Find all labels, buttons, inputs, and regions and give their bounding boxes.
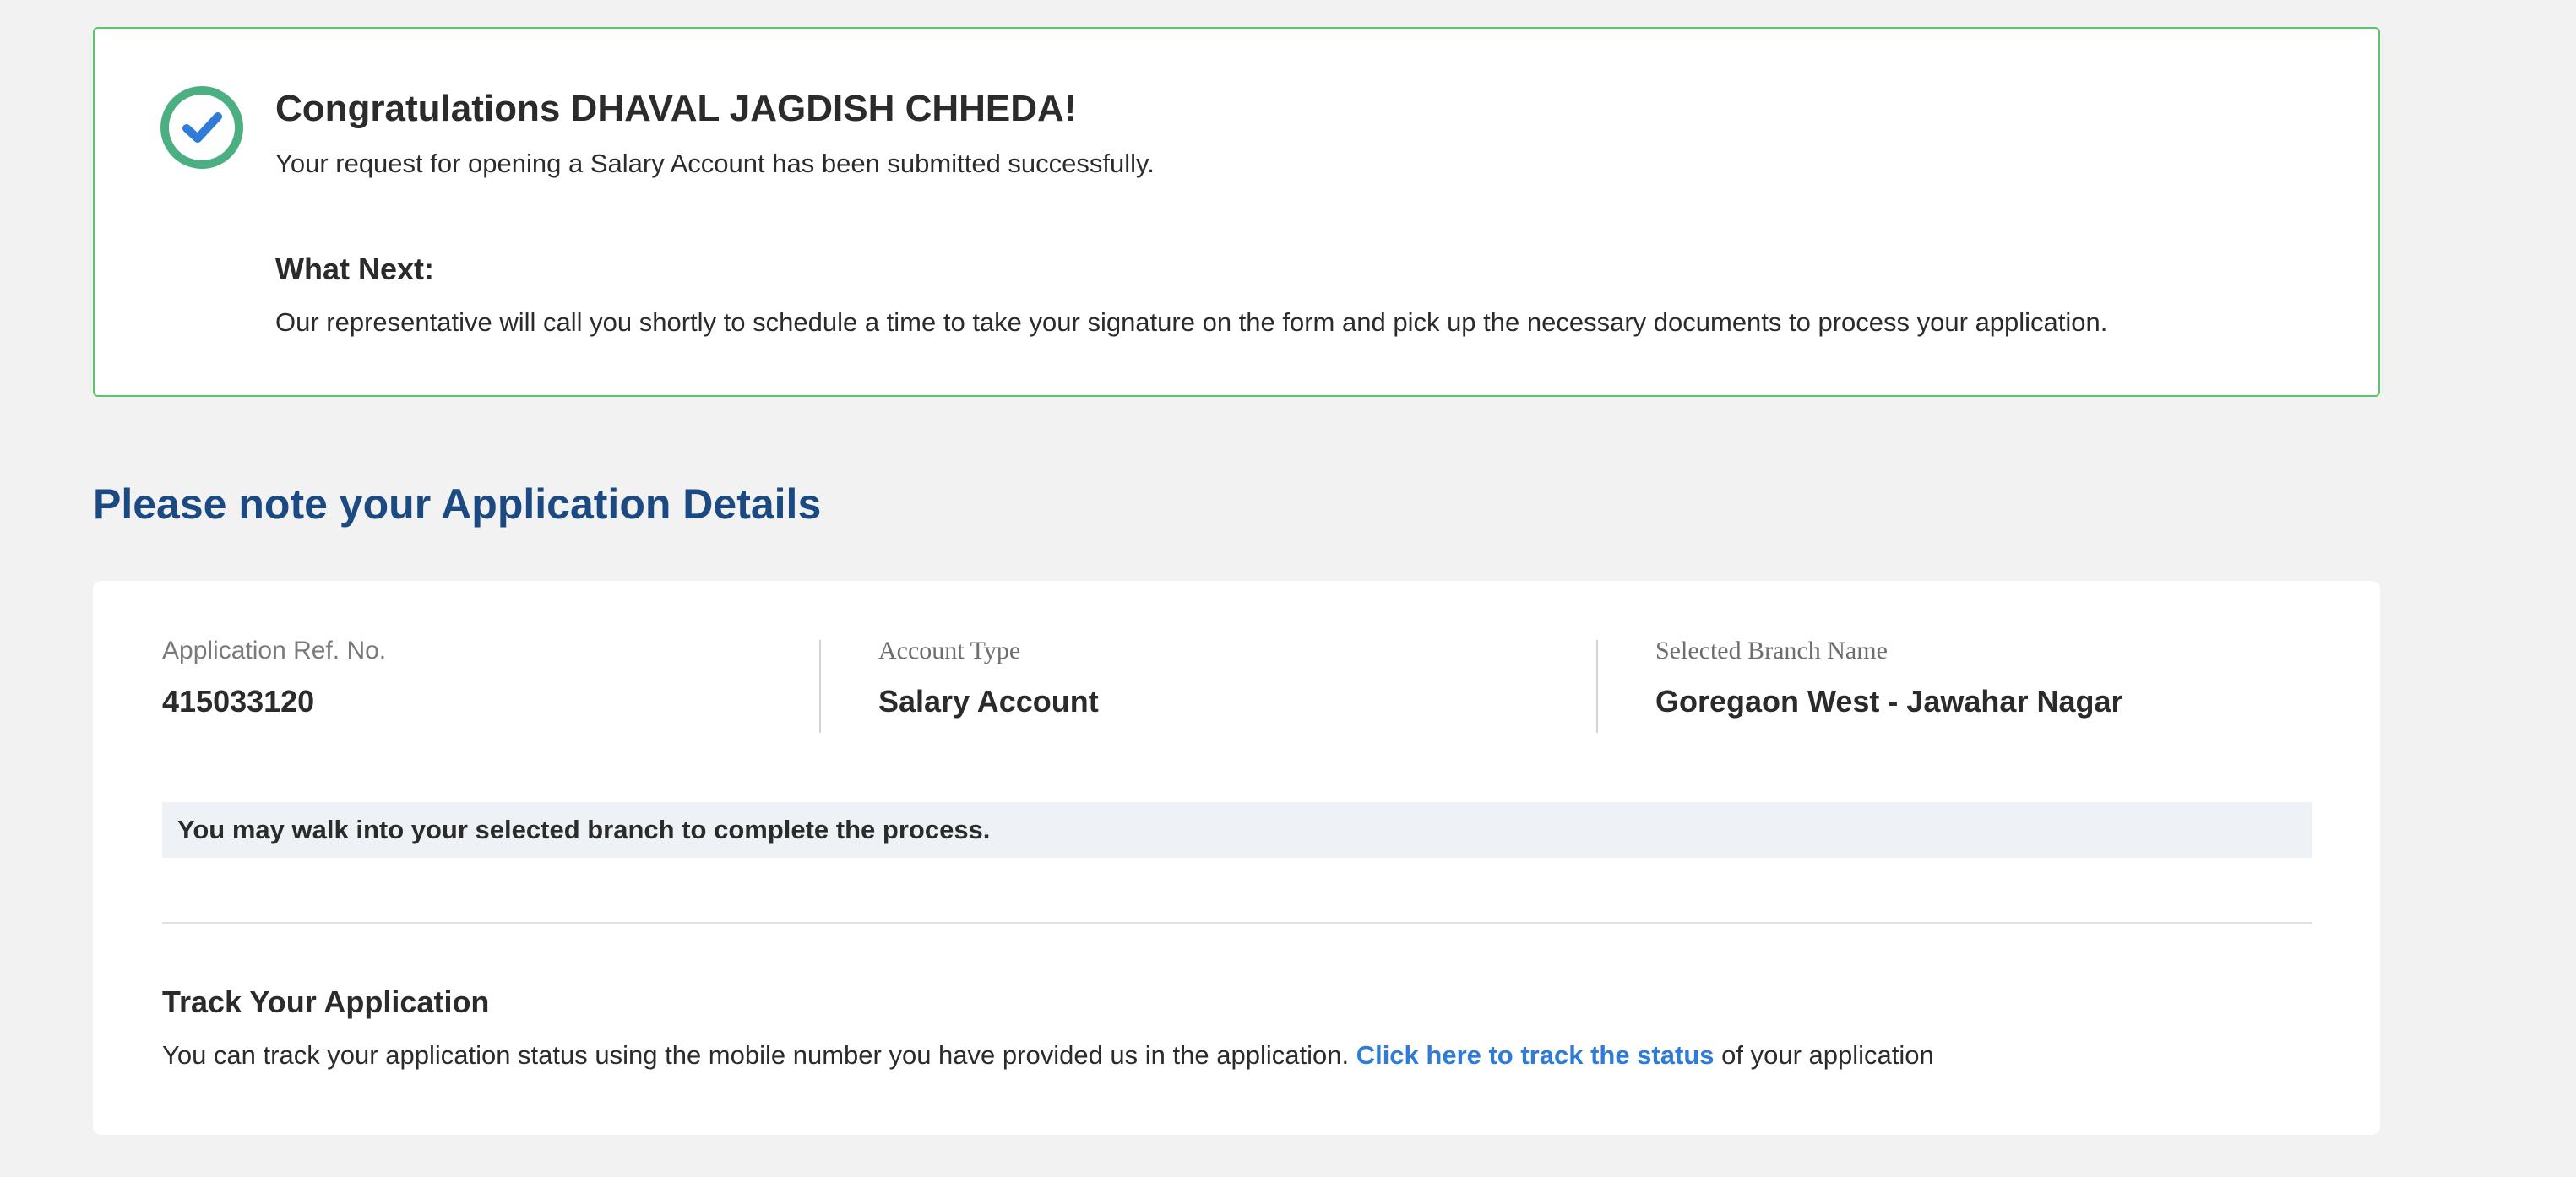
application-details-heading: Please note your Application Details — [93, 480, 822, 528]
ref-no-label: Application Ref. No. — [162, 637, 387, 664]
branch-value: Goregaon West - Jawahar Nagar — [1655, 684, 2123, 719]
what-next-heading: What Next: — [275, 252, 434, 286]
branch-label: Selected Branch Name — [1655, 637, 1888, 664]
ref-no-column: Application Ref. No. 415033120 — [162, 637, 386, 719]
success-message: Your request for opening a Salary Accoun… — [275, 149, 1155, 178]
section-divider — [162, 922, 2312, 924]
ref-no-value: 415033120 — [162, 684, 315, 719]
track-application-heading: Track Your Application — [162, 984, 490, 1019]
check-circle-icon — [160, 86, 243, 169]
track-application-text: You can track your application status us… — [162, 1040, 1934, 1071]
branch-column: Selected Branch Name Goregaon West - Jaw… — [1655, 637, 2123, 719]
account-type-value: Salary Account — [878, 684, 1099, 719]
success-title: Congratulations DHAVAL JAGDISH CHHEDA! — [275, 88, 1077, 129]
walk-in-note: You may walk into your selected branch t… — [162, 802, 2312, 858]
column-divider — [819, 640, 821, 733]
track-text-after: of your application — [1721, 1040, 1934, 1070]
what-next-body: Our representative will call you shortly… — [275, 307, 2108, 337]
application-details-card: Application Ref. No. 415033120 Account T… — [93, 581, 2380, 1135]
success-card: Congratulations DHAVAL JAGDISH CHHEDA! Y… — [93, 27, 2380, 397]
account-type-label: Account Type — [878, 637, 1021, 664]
track-status-link[interactable]: Click here to track the status — [1356, 1040, 1715, 1070]
account-type-column: Account Type Salary Account — [878, 637, 1099, 719]
track-text-before: You can track your application status us… — [162, 1040, 1350, 1070]
column-divider — [1596, 640, 1598, 733]
